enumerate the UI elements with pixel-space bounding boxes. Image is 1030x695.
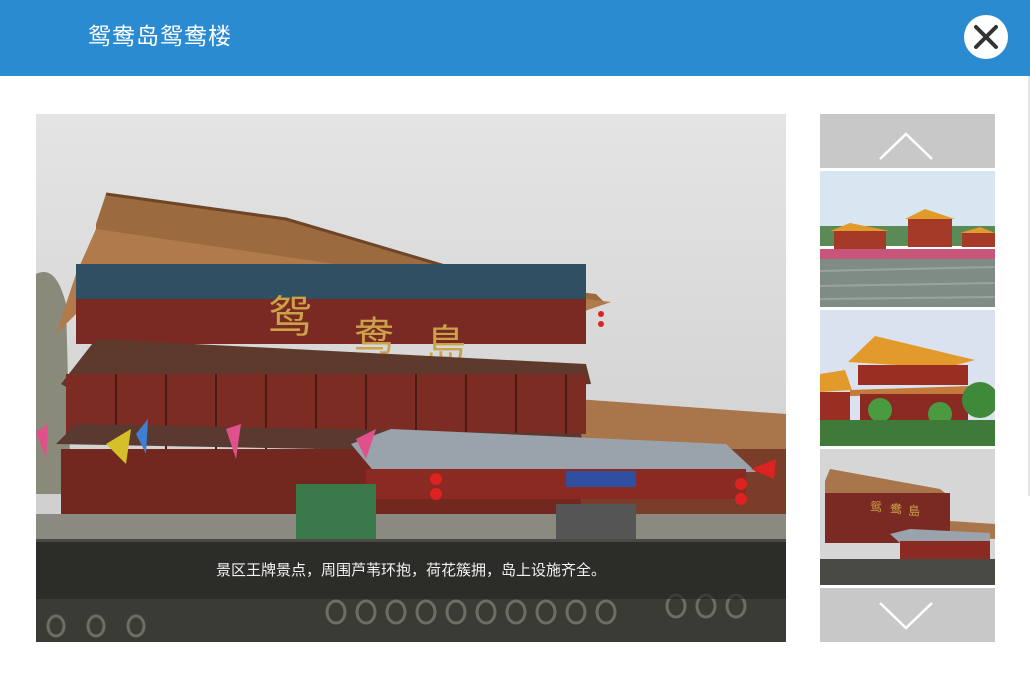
scroll-down-button[interactable] — [820, 588, 995, 642]
thumb-sign-char-1: 鸳 — [870, 499, 882, 514]
photo-caption: 景区王牌景点，周围芦苇环抱，荷花簇拥，岛上设施齐全。 — [215, 561, 606, 579]
chevron-down-icon — [879, 602, 933, 630]
sign-char-1: 鸳 — [268, 292, 312, 343]
main-photo: 鸳 鸯 島 景区王牌景点，周围芦苇环抱，荷花簇拥，岛上设施齐全。 — [36, 114, 786, 642]
thumb-sign-char-3: 島 — [908, 503, 920, 518]
dialog-header: 鸳鸯岛鸳鸯楼 — [0, 0, 1030, 76]
dialog-title: 鸳鸯岛鸳鸯楼 — [88, 24, 232, 50]
close-button[interactable] — [964, 15, 1008, 59]
scroll-up-button[interactable] — [820, 114, 995, 168]
thumbnail-strip: 鸳 鸯 島 — [820, 114, 995, 642]
thumbnail-image — [820, 310, 995, 446]
thumbnail-2[interactable] — [820, 310, 995, 446]
thumbnail-image — [820, 171, 995, 307]
chevron-up-icon — [879, 132, 933, 160]
thumbnail-image: 鸳 鸯 島 — [820, 449, 995, 585]
thumbnail-1[interactable] — [820, 171, 995, 307]
thumbnail-3[interactable]: 鸳 鸯 島 — [820, 449, 995, 585]
close-icon — [974, 25, 998, 49]
thumb-sign-char-2: 鸯 — [890, 502, 902, 516]
